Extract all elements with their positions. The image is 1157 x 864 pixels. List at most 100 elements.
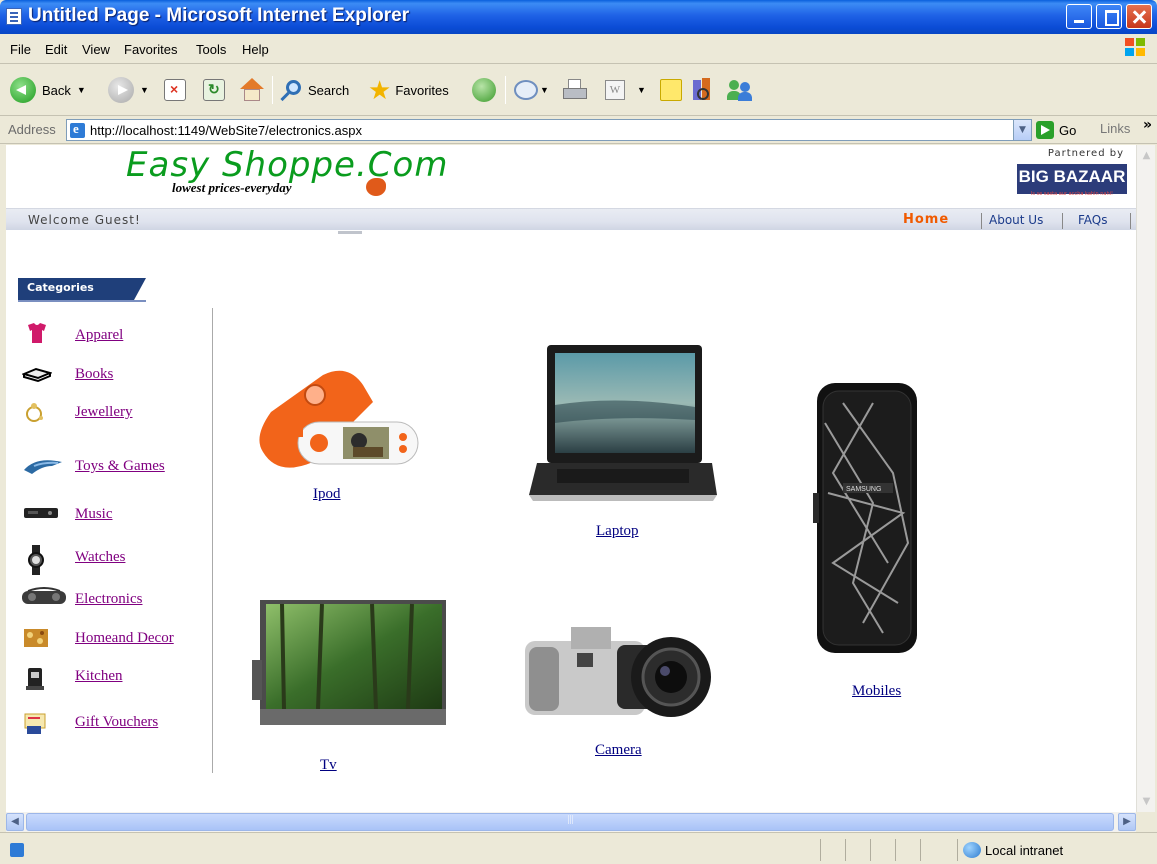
address-input[interactable]: http://localhost:1149/WebSite7/electroni… [66, 119, 1032, 141]
category-label[interactable]: Gift Vouchers [75, 714, 158, 731]
favorites-button[interactable]: ★ Favorites [368, 76, 449, 104]
category-watches[interactable]: Watches [18, 543, 208, 575]
notes-button[interactable] [660, 76, 682, 104]
category-label[interactable]: Watches [75, 549, 125, 566]
mail-icon [514, 80, 538, 100]
vertical-scrollbar[interactable]: ▲ ▼ [1136, 145, 1155, 812]
site-logo[interactable]: Easy Shoppe.Com [126, 145, 448, 185]
edit-dropdown-icon[interactable]: ▼ [637, 85, 646, 95]
camera-product-image[interactable] [521, 623, 716, 721]
welcome-text: Welcome Guest! [28, 213, 141, 227]
title-bar[interactable]: Untitled Page - Microsoft Internet Explo… [0, 0, 1157, 34]
scroll-up-icon[interactable]: ▲ [1138, 147, 1155, 164]
address-url[interactable]: http://localhost:1149/WebSite7/electroni… [90, 123, 362, 138]
mail-button[interactable]: ▼ [514, 76, 549, 104]
category-toys-games[interactable]: Toys & Games [18, 452, 208, 482]
note-icon [660, 79, 682, 101]
status-cell [870, 839, 894, 861]
ipod-link[interactable]: Ipod [313, 486, 341, 503]
horizontal-scrollbar[interactable]: ◀ ▶ [6, 812, 1136, 832]
links-button[interactable]: Links [1100, 121, 1130, 136]
category-home-decor[interactable]: Homeand Decor [18, 624, 208, 654]
go-label: Go [1059, 122, 1077, 138]
category-label[interactable]: Music [75, 506, 113, 523]
menu-view[interactable]: View [82, 42, 110, 57]
menu-favorites[interactable]: Favorites [124, 42, 177, 57]
site-header: Easy Shoppe.Com lowest prices-everyday P… [6, 145, 1136, 208]
edit-word-button[interactable]: W ▼ [605, 76, 646, 104]
back-arrow-icon [10, 77, 36, 103]
nav-home-link[interactable]: Home [903, 212, 949, 227]
status-cell [845, 839, 869, 861]
tv-link[interactable]: Tv [320, 757, 337, 774]
toy-icon [22, 454, 66, 476]
mobiles-link[interactable]: Mobiles [852, 683, 901, 700]
maximize-button[interactable] [1096, 4, 1122, 29]
category-books[interactable]: Books [18, 360, 208, 390]
star-icon: ★ [368, 75, 392, 105]
back-button[interactable]: Back ▼ [10, 76, 86, 104]
partner-logo[interactable]: Partnered by BIG BAZAAR Is se sasta aur … [1013, 148, 1128, 201]
refresh-icon: ↻ [203, 79, 225, 101]
scroll-left-icon[interactable]: ◀ [6, 813, 24, 831]
horizontal-scroll-thumb[interactable] [26, 813, 1114, 831]
windows-logo-icon [1125, 38, 1147, 58]
refresh-button[interactable]: ↻ [203, 76, 225, 104]
category-music[interactable]: Music [18, 500, 208, 530]
laptop-product-image[interactable] [527, 345, 717, 503]
tv-product-image[interactable] [252, 600, 448, 735]
links-chevron-icon[interactable]: » [1143, 117, 1152, 133]
menu-file[interactable]: File [10, 42, 31, 57]
status-cell [820, 839, 844, 861]
print-button[interactable] [562, 76, 588, 104]
categories-underline [18, 300, 146, 302]
category-apparel[interactable]: Apparel [18, 321, 208, 351]
forward-button[interactable]: ▼ [108, 76, 149, 104]
laptop-icon [529, 345, 717, 501]
back-dropdown-icon[interactable]: ▼ [77, 85, 86, 95]
search-button[interactable]: Search [280, 76, 349, 104]
minimize-button[interactable] [1066, 4, 1092, 29]
nav-faqs-link[interactable]: FAQs [1078, 213, 1108, 227]
category-electronics[interactable]: Electronics [18, 585, 208, 615]
category-gift-vouchers[interactable]: Gift Vouchers [18, 708, 208, 738]
category-label[interactable]: Kitchen [75, 668, 122, 685]
category-label[interactable]: Homeand Decor [75, 630, 174, 647]
forward-dropdown-icon[interactable]: ▼ [140, 85, 149, 95]
research-button[interactable] [691, 76, 715, 104]
category-label[interactable]: Electronics [75, 591, 142, 608]
menu-edit[interactable]: Edit [45, 42, 67, 57]
mobile-product-image[interactable]: SAMSUNG [813, 383, 920, 655]
research-icon [691, 78, 715, 102]
menu-tools[interactable]: Tools [196, 42, 226, 57]
scroll-right-icon[interactable]: ▶ [1118, 813, 1136, 831]
stop-button[interactable]: × [164, 76, 186, 104]
category-label[interactable]: Books [75, 366, 113, 383]
local-intranet-icon [963, 842, 981, 858]
nav-about-link[interactable]: About Us [989, 213, 1043, 227]
camera-link[interactable]: Camera [595, 742, 642, 759]
scroll-down-icon[interactable]: ▼ [1138, 793, 1155, 810]
mail-dropdown-icon[interactable]: ▼ [540, 85, 549, 95]
category-label[interactable]: Jewellery [75, 404, 132, 421]
site-tagline: lowest prices-everyday [172, 180, 292, 195]
page-viewport: Easy Shoppe.Com lowest prices-everyday P… [6, 145, 1136, 812]
ipod-icon [259, 370, 419, 468]
ipod-product-image[interactable] [253, 367, 423, 477]
laptop-link[interactable]: Laptop [596, 523, 639, 540]
close-button[interactable] [1126, 4, 1152, 29]
categories-title: Categories [27, 281, 94, 294]
history-button[interactable] [472, 76, 496, 104]
messenger-button[interactable] [727, 76, 753, 104]
category-label[interactable]: Toys & Games [75, 458, 165, 475]
voucher-icon [22, 710, 52, 738]
menu-help[interactable]: Help [242, 42, 269, 57]
category-jewellery[interactable]: Jewellery [18, 398, 208, 428]
home-button[interactable] [239, 76, 265, 104]
category-label[interactable]: Apparel [75, 327, 123, 344]
address-dropdown-icon[interactable]: ▼ [1013, 120, 1031, 140]
nav-grip [338, 231, 362, 234]
categories-divider [212, 308, 213, 773]
go-button[interactable]: Go [1036, 120, 1076, 140]
category-kitchen[interactable]: Kitchen [18, 662, 208, 692]
